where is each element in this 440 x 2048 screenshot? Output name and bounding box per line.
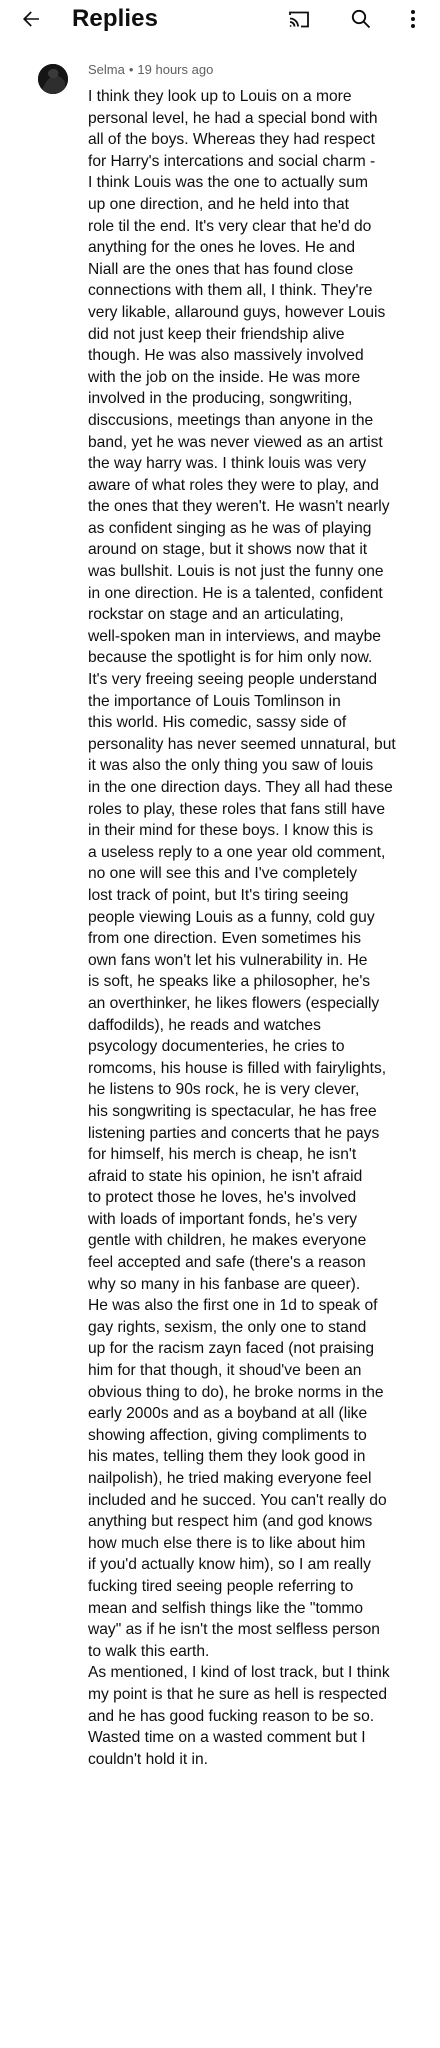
comment-text-line: the importance of Louis Tomlinson in (88, 692, 341, 710)
comment-text-line: is soft, he speaks like a philosopher, h… (88, 973, 371, 991)
comment-text-line: why so many in his fanbase are queer). (88, 1275, 361, 1293)
comment-text-line: anything for the ones he loves. He and (88, 239, 356, 257)
comment-text-line: though. He was also massively involved (88, 347, 364, 365)
comment-text-line: showing affection, giving compliments to (88, 1426, 367, 1444)
comment-text-line: gentle with children, he makes everyone (88, 1232, 367, 1250)
comment-text-line: him for that though, it shoud've been an (88, 1362, 362, 1380)
comment-text-line: my point is that he sure as hell is resp… (88, 1685, 388, 1703)
comment-text-line: gay rights, sexism, the only one to stan… (88, 1318, 367, 1336)
comment-text-line: feel accepted and safe (there's a reason (88, 1254, 366, 1272)
comment-text-line: involved in the producing, songwriting, (88, 390, 353, 408)
page-title: Replies (72, 5, 159, 32)
comment-text-line: psycology documenteries, he cries to (88, 1038, 345, 1056)
cast-icon (289, 11, 309, 28)
comment-body: I think they look up to Louis on a more p… (88, 86, 436, 1770)
comment-author[interactable]: Selma (88, 62, 125, 77)
comment-text-line: his mates, telling them they look good i… (88, 1448, 366, 1466)
comment-text-line: personality has never seemed unnatural, … (88, 735, 396, 753)
more-vert-icon (411, 10, 415, 28)
comment-text-line: an overthinker, he likes flowers (especi… (88, 994, 380, 1012)
comment-text-line: lost track of point, but It's tiring see… (88, 886, 349, 904)
comment-text-line: personal level, he had a special bond wi… (88, 109, 378, 127)
comment-text-line: up one direction, and he held into that (88, 195, 349, 213)
comment-text-line: around on stage, but it shows now that i… (88, 541, 368, 559)
comment-text-line: as confident singing as he was of playin… (88, 519, 372, 537)
comment-text-line: anything but respect him (and god knows (88, 1513, 373, 1531)
comment-text-line: to protect those he loves, he's involved (88, 1189, 357, 1207)
search-icon (351, 9, 371, 29)
comment-text-line: roles to play, these roles that fans sti… (88, 800, 386, 818)
comment-text-line: the way harry was. I think louis was ver… (88, 455, 367, 473)
comment-text-line: this world. His comedic, sassy side of (88, 714, 347, 732)
comment-text-line: Wasted time on a wasted comment but I (88, 1729, 366, 1747)
comment-text-line: romcoms, his house is filled with fairyl… (88, 1059, 387, 1077)
comment-text-line: Niall are the ones that has found close (88, 260, 354, 278)
comment-text-line: well-spoken man in interviews, and maybe (88, 627, 381, 645)
top-app-bar: Replies (0, 0, 440, 38)
comment-text-line: disccusions, meetings than anyone in the (88, 411, 374, 429)
comment-text-line: included and he succed. You can't really… (88, 1491, 387, 1509)
comment-text-line: from one direction. Even sometimes his (88, 930, 362, 948)
comment-text-line: because the spotlight is for him only no… (88, 649, 373, 667)
comment-text-line: the ones that they weren't. He wasn't ne… (88, 498, 390, 516)
comment-text-line: band, yet he was never viewed as an arti… (88, 433, 383, 451)
comment-text-line: early 2000s and as a boyband at all (lik… (88, 1405, 368, 1423)
comment-text-line: daffodilds), he reads and watches (88, 1016, 321, 1034)
arrow-left-icon (23, 11, 39, 27)
comment-text-line: fucking tired seeing people referring to (88, 1577, 354, 1595)
comment-text-line: As mentioned, I kind of lost track, but … (88, 1664, 390, 1682)
comment-text-line: obvious thing to do), he broke norms in … (88, 1383, 384, 1401)
comment-text-line: he listens to 90s rock, he is very cleve… (88, 1081, 360, 1099)
comment-text-line: people viewing Louis as a funny, cold gu… (88, 908, 375, 926)
comment-text-line: how much else there is to like about him (88, 1534, 366, 1552)
comment-text-line: mean and selfish things like the "tommo (88, 1599, 364, 1617)
comment-text-line: with loads of important fonds, he's very (88, 1210, 358, 1228)
comment-text-line: if you'd actually know him), so I am rea… (88, 1556, 371, 1574)
comment-text-line: a useless reply to a one year old commen… (88, 843, 386, 861)
comment-text-line: in the one direction days. They all had … (88, 779, 393, 796)
comment-text-line: all of the boys. Whereas they had respec… (88, 131, 375, 149)
comment-text-line: with the job on the inside. He was more (88, 368, 361, 386)
comment-text-line: very likable, allaround guys, however Lo… (88, 303, 386, 321)
comment-text-line: way" as if he isn't the most selfless pe… (88, 1621, 380, 1639)
search-button[interactable] (344, 2, 378, 36)
comment-text-line: nailpolish), he tried making everyone fe… (88, 1470, 372, 1487)
comment-text-line: He was also the first one in 1d to speak… (88, 1297, 378, 1315)
comment-text-line: for Harry's intercations and social char… (88, 152, 376, 170)
avatar[interactable] (38, 64, 68, 94)
comment-text-line: I think Louis was the one to actually su… (88, 174, 368, 192)
comment-text-line: couldn't hold it in. (88, 1750, 209, 1768)
comment-text-line: own fans won't let his vulnerability in.… (88, 951, 368, 969)
comment-text-line: up for the racism zayn faced (not praisi… (88, 1340, 375, 1358)
comment-text-line: aware of what roles they were to play, a… (88, 476, 379, 494)
comment-meta: Selma • 19 hours ago (88, 62, 213, 78)
comment-text-line: no one will see this and I've completely (88, 865, 358, 883)
comment-text-line: and he has good fucking reason to be so. (88, 1707, 375, 1725)
comment-text-line: his songwriting is spectacular, he has f… (88, 1102, 377, 1120)
meta-separator: • (128, 62, 134, 77)
comment-text-line: rockstar on stage and an articulating, (88, 606, 344, 624)
comment-text-line: to walk this earth. (88, 1642, 210, 1660)
comment-text-line: It's very freeing seeing people understa… (88, 671, 378, 689)
comment-text-line: role til the end. It's very clear that h… (88, 217, 372, 235)
comment-text-line: was bullshit. Louis is not just the funn… (88, 563, 384, 581)
comment-text-line: afraid to state his opinion, he isn't af… (88, 1167, 363, 1185)
comment-text-line: in one direction. He is a talented, conf… (88, 584, 383, 602)
comment-text-line: it was also the only thing you saw of lo… (88, 757, 374, 775)
back-button[interactable] (14, 2, 48, 36)
comment-text-line: in their mind for these boys. I know thi… (88, 822, 374, 840)
comment-text-line: did not just keep their friendship alive (88, 325, 345, 343)
comment-text-line: connections with them all, I think. They… (88, 282, 373, 300)
comment-text-line: I think they look up to Louis on a more (88, 88, 352, 105)
comment-text-line: listening parties and concerts that he p… (88, 1124, 380, 1142)
comment-time: 19 hours ago (137, 62, 214, 77)
more-options-button[interactable] (396, 2, 430, 36)
cast-button[interactable] (282, 2, 316, 36)
comment-text-line: for himself, his merch is cheap, he isn'… (88, 1146, 357, 1164)
